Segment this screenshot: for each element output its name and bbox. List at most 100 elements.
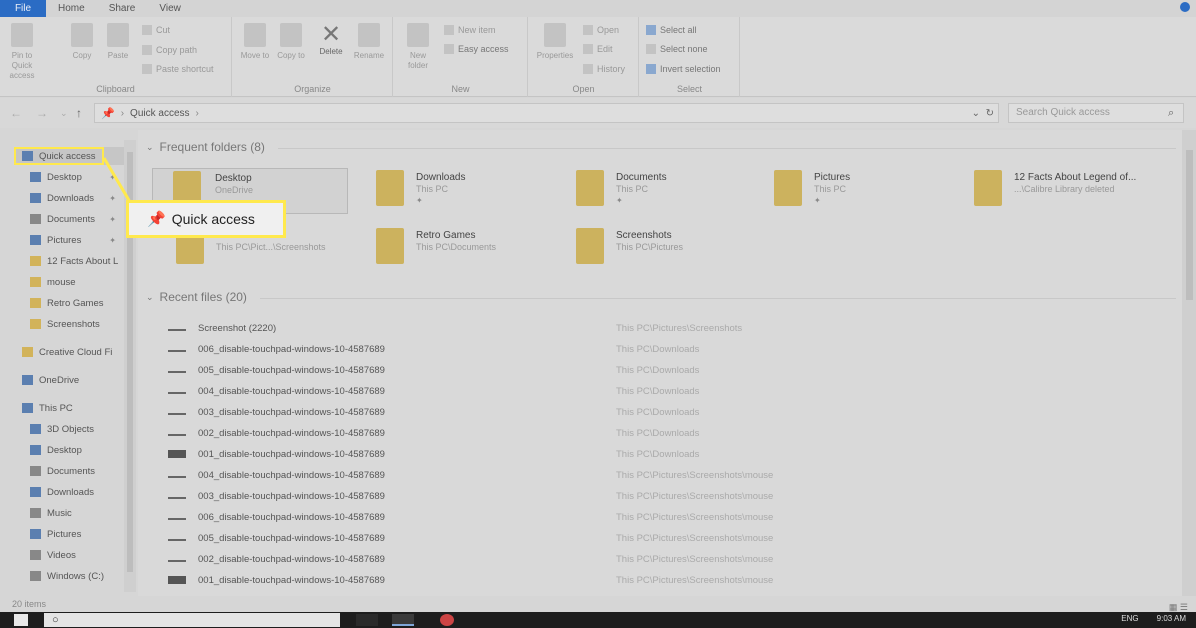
- file-row[interactable]: 001_disable-touchpad-windows-10-4587689 T…: [168, 444, 1168, 464]
- recent-chevron-icon[interactable]: ⌄: [60, 108, 68, 119]
- clock[interactable]: 9:03 AM: [1157, 614, 1186, 623]
- recent-files-header[interactable]: ⌄ Recent files (20): [146, 290, 247, 304]
- edit-button[interactable]: Edit: [583, 44, 613, 54]
- file-explorer-taskbar-icon[interactable]: [392, 614, 414, 626]
- copy-icon: [71, 23, 93, 47]
- language-indicator[interactable]: ENG: [1121, 614, 1138, 623]
- back-arrow-icon[interactable]: ←: [10, 106, 22, 120]
- nav-item-mouse[interactable]: mouse: [30, 273, 76, 291]
- select-none-button[interactable]: Select none: [646, 44, 708, 54]
- nav-label: Videos: [47, 549, 76, 561]
- paste-shortcut-icon: [142, 64, 152, 74]
- tab-file[interactable]: File: [0, 0, 46, 17]
- nav-item-pictures[interactable]: Pictures ✦: [30, 231, 122, 249]
- up-arrow-icon[interactable]: ↑: [76, 106, 82, 120]
- file-row[interactable]: 003_disable-touchpad-windows-10-4587689 T…: [168, 486, 1168, 506]
- file-row[interactable]: 005_disable-touchpad-windows-10-4587689 T…: [168, 360, 1168, 380]
- file-row[interactable]: 003_disable-touchpad-windows-10-4587689 T…: [168, 402, 1168, 422]
- nav-label: 3D Objects: [47, 423, 94, 435]
- nav-item-documents[interactable]: Documents ✦: [30, 210, 122, 228]
- taskbar-search[interactable]: ○: [44, 613, 340, 627]
- content-scrollbar-thumb[interactable]: [1186, 150, 1193, 300]
- breadcrumb[interactable]: Quick access: [130, 108, 189, 119]
- properties-button[interactable]: Properties: [533, 23, 577, 61]
- move-to-button[interactable]: Move to: [237, 23, 273, 61]
- folder-tile-12-facts[interactable]: 12 Facts About Legend of... ...\Calibre …: [974, 168, 1164, 214]
- nav-item-pc-documents[interactable]: Documents: [30, 462, 95, 480]
- move-to-label: Move to: [240, 51, 270, 60]
- file-path: This PC\Pictures\Screenshots: [616, 322, 743, 334]
- pictures-folder-icon: [774, 170, 802, 206]
- refresh-icon[interactable]: ↻: [986, 108, 994, 119]
- address-dropdown-icon[interactable]: ⌄: [972, 108, 980, 119]
- tab-share[interactable]: Share: [97, 3, 148, 14]
- tab-view[interactable]: View: [147, 3, 193, 14]
- cut-button[interactable]: Cut: [142, 25, 170, 35]
- content-scrollbar[interactable]: [1182, 130, 1196, 600]
- nav-item-this-pc[interactable]: This PC: [22, 399, 73, 417]
- delete-button[interactable]: ✕ Delete: [313, 23, 349, 57]
- rename-button[interactable]: Rename: [351, 23, 387, 61]
- breadcrumb-dropdown-icon[interactable]: ›: [196, 108, 199, 119]
- pin-quick-access-button[interactable]: Pin to Quick access: [4, 23, 40, 81]
- file-row[interactable]: 004_disable-touchpad-windows-10-4587689 T…: [168, 381, 1168, 401]
- tile-name: 12 Facts About Legend of...: [1014, 172, 1137, 183]
- file-row[interactable]: 006_disable-touchpad-windows-10-4587689 T…: [168, 507, 1168, 527]
- folder-tile-downloads[interactable]: Downloads This PC ✦: [376, 168, 566, 214]
- nav-item-pc-downloads[interactable]: Downloads: [30, 483, 94, 501]
- forward-arrow-icon[interactable]: →: [36, 106, 48, 120]
- file-row[interactable]: 005_disable-touchpad-windows-10-4587689 T…: [168, 528, 1168, 548]
- address-field[interactable]: 📌 › Quick access › ⌄ ↻: [94, 103, 999, 123]
- file-row[interactable]: Screenshot (2220) This PC\Pictures\Screen…: [168, 318, 1168, 338]
- nav-item-pc-pictures[interactable]: Pictures: [30, 525, 81, 543]
- file-row[interactable]: 002_disable-touchpad-windows-10-4587689 T…: [168, 423, 1168, 443]
- file-row[interactable]: 006_disable-touchpad-windows-10-4587689 T…: [168, 339, 1168, 359]
- easy-access-button[interactable]: Easy access: [444, 44, 509, 54]
- nav-item-3d-objects[interactable]: 3D Objects: [30, 420, 94, 438]
- nav-label: Creative Cloud Fi: [39, 346, 113, 358]
- folder-tile-screenshots[interactable]: Screenshots This PC\Pictures: [576, 226, 766, 272]
- tab-home[interactable]: Home: [46, 3, 97, 14]
- nav-item-12-facts[interactable]: 12 Facts About L: [30, 252, 122, 270]
- nav-item-windows-c[interactable]: Windows (C:): [30, 567, 104, 585]
- folder-tile-pictures[interactable]: Pictures This PC ✦: [774, 168, 964, 214]
- pin-icon: ✦: [814, 196, 821, 205]
- nav-item-pc-desktop[interactable]: Desktop: [30, 441, 82, 459]
- paste-shortcut-button[interactable]: Paste shortcut: [142, 64, 214, 74]
- windows-start-icon[interactable]: [14, 614, 28, 626]
- nav-item-onedrive[interactable]: OneDrive: [22, 371, 79, 389]
- copy-to-button[interactable]: Copy to: [273, 23, 309, 61]
- file-name: 006_disable-touchpad-windows-10-4587689: [198, 343, 385, 355]
- help-icon[interactable]: [1180, 2, 1190, 12]
- new-item-button[interactable]: New item: [444, 25, 496, 35]
- task-view-icon[interactable]: [356, 614, 378, 626]
- search-input[interactable]: Search Quick access: [1008, 103, 1184, 123]
- folder-icon: [30, 256, 41, 266]
- frequent-folders-header[interactable]: ⌄ Frequent folders (8): [146, 140, 265, 154]
- nav-item-music[interactable]: Music: [30, 504, 72, 522]
- new-folder-button[interactable]: New folder: [400, 23, 436, 71]
- open-button[interactable]: Open: [583, 25, 619, 35]
- easy-access-label: Easy access: [458, 44, 509, 54]
- copy-path-button[interactable]: Copy path: [142, 45, 197, 55]
- new-item-icon: [444, 25, 454, 35]
- file-row[interactable]: 002_disable-touchpad-windows-10-4587689 T…: [168, 549, 1168, 569]
- folder-tile-documents[interactable]: Documents This PC ✦: [576, 168, 766, 214]
- select-all-button[interactable]: Select all: [646, 25, 697, 35]
- file-row[interactable]: 001_disable-touchpad-windows-10-4587689 T…: [168, 570, 1168, 590]
- copy-button[interactable]: Copy: [64, 23, 100, 61]
- nav-item-retro-games[interactable]: Retro Games: [30, 294, 104, 312]
- nav-item-creative-cloud[interactable]: Creative Cloud Fi: [22, 343, 122, 361]
- nav-item-screenshots[interactable]: Screenshots: [30, 315, 100, 333]
- paste-button[interactable]: Paste: [100, 23, 136, 61]
- tile-sub: This PC: [814, 184, 847, 194]
- search-icon[interactable]: ⌕: [1168, 107, 1174, 120]
- nav-item-videos[interactable]: Videos: [30, 546, 76, 564]
- chrome-taskbar-icon[interactable]: [440, 614, 454, 626]
- folder-tile-retro-games[interactable]: Retro Games This PC\Documents: [376, 226, 566, 272]
- history-button[interactable]: History: [583, 64, 625, 74]
- pictures-icon: [30, 235, 41, 245]
- file-row[interactable]: 004_disable-touchpad-windows-10-4587689 T…: [168, 465, 1168, 485]
- invert-selection-button[interactable]: Invert selection: [646, 64, 721, 74]
- quick-access-pin-icon: 📌: [101, 107, 115, 120]
